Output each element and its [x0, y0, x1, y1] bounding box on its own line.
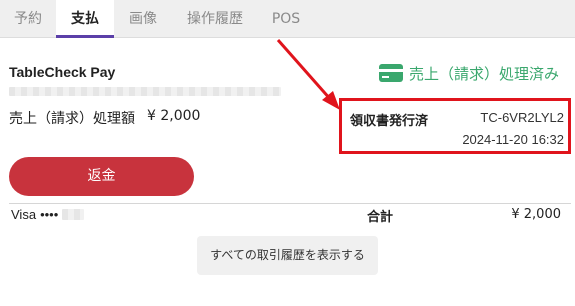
card-info: Visa •••• [11, 207, 85, 222]
tab-reservation[interactable]: 予約 [0, 0, 56, 38]
charged-amount-value: ¥ 2,000 [147, 108, 201, 124]
tab-operation-history[interactable]: 操作履歴 [172, 0, 258, 38]
tab-bar: 予約 支払 画像 操作履歴 POS [0, 0, 575, 39]
divider [9, 203, 571, 204]
total-value: ¥ 2,000 [511, 207, 561, 222]
payment-status: 売上（請求）処理済み [379, 62, 559, 84]
receipt-issued-label: 領収書発行済 [350, 114, 429, 129]
charged-amount-label: 売上（請求）処理額 [9, 111, 135, 127]
payment-provider: TableCheck Pay [9, 64, 116, 80]
masked-card-digits [62, 209, 85, 220]
masked-transaction-detail [9, 87, 281, 96]
tab-payment[interactable]: 支払 [56, 0, 114, 39]
receipt-highlight-box: 領収書発行済 TC-6VR2LYL2 2024-11-20 16:32 [339, 98, 571, 154]
receipt-datetime: 2024-11-20 16:32 [462, 132, 564, 147]
total-label: 合計 [367, 210, 394, 225]
tab-pos[interactable]: POS [258, 0, 314, 38]
credit-card-icon [379, 64, 403, 82]
receipt-id: TC-6VR2LYL2 [480, 110, 564, 125]
charged-amount-row: 売上（請求）処理額 ¥ 2,000 [9, 108, 200, 128]
status-label: 売上（請求）処理済み [409, 64, 560, 83]
refund-button[interactable]: 返金 [9, 157, 194, 196]
card-brand: Visa [11, 207, 37, 222]
card-mask: •••• [40, 207, 59, 222]
show-all-transactions-button[interactable]: すべての取引履歴を表示する [197, 236, 378, 275]
tab-images[interactable]: 画像 [114, 0, 172, 38]
